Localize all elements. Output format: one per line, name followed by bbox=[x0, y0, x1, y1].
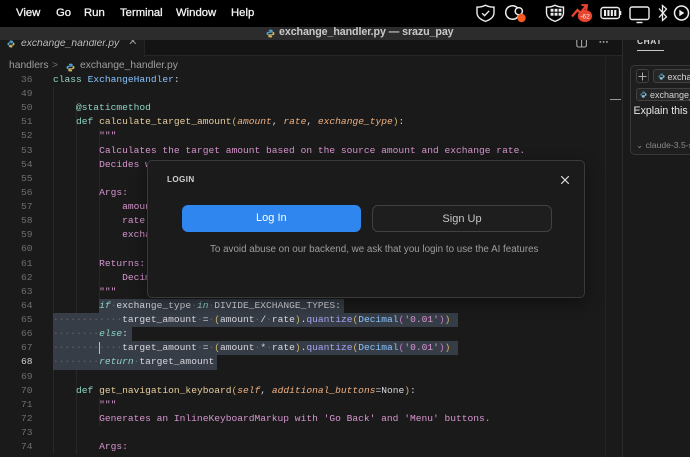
svg-text:-62: -62 bbox=[580, 13, 590, 20]
